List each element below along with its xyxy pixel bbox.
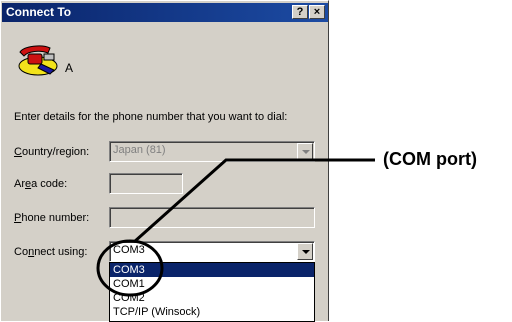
callout-circle — [96, 239, 164, 297]
com-port-callout-label: (COM port) — [383, 149, 477, 169]
callout-line — [133, 158, 375, 244]
